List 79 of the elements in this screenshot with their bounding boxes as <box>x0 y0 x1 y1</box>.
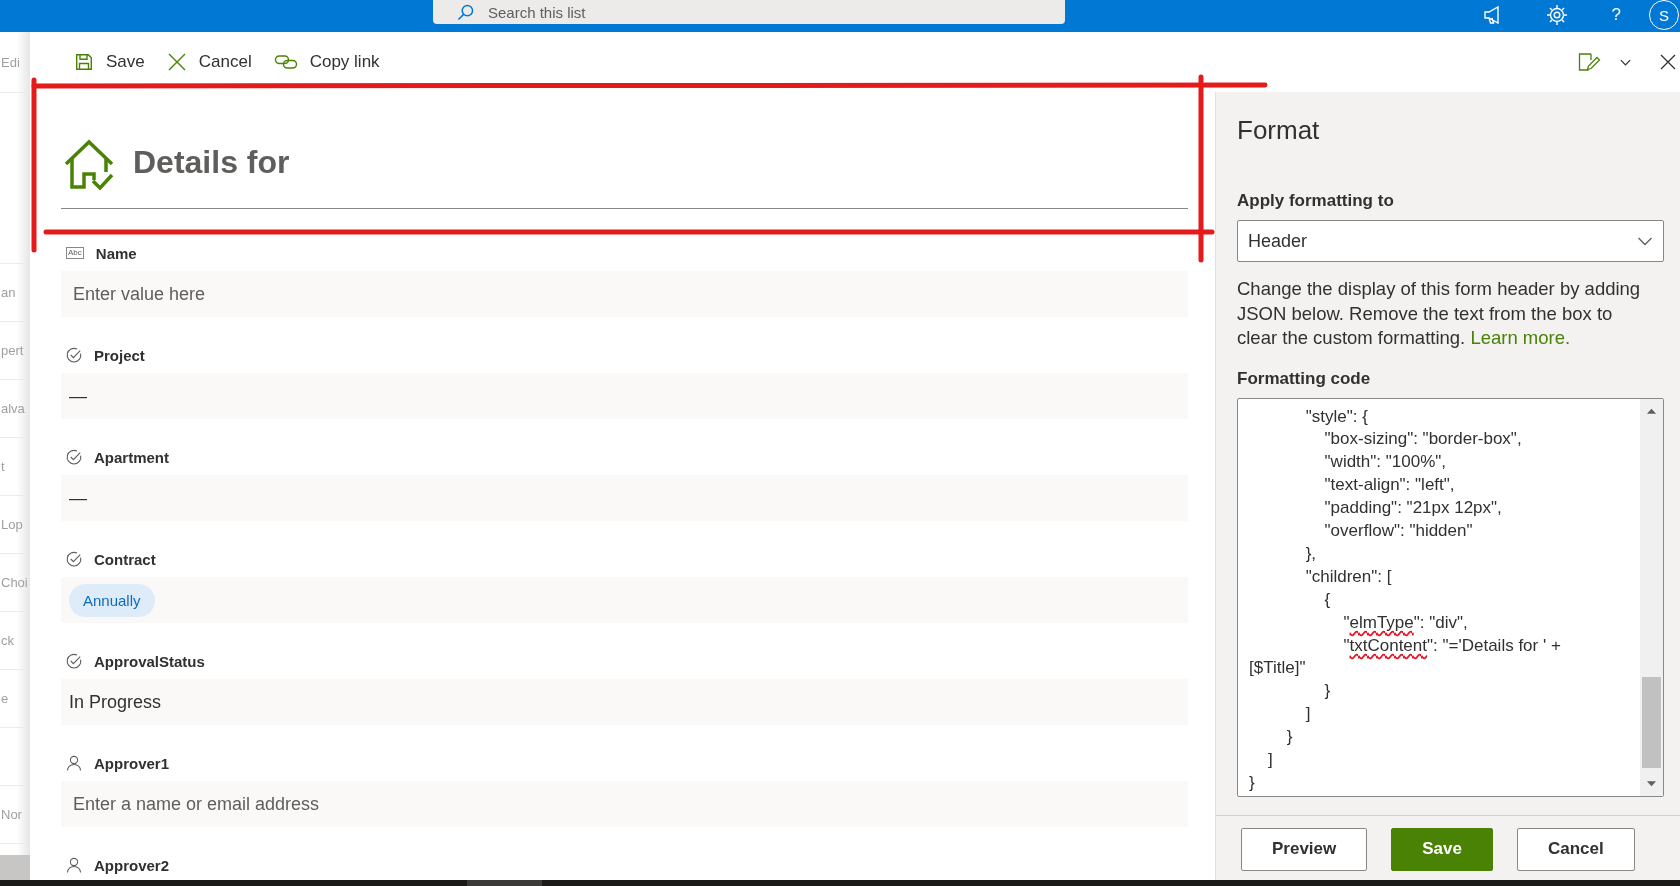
learn-more-link[interactable]: Learn more. <box>1470 327 1571 348</box>
scroll-up-icon[interactable] <box>1646 406 1657 415</box>
code-line: }, <box>1304 542 1317 565</box>
text-type-icon: Abc <box>66 247 84 259</box>
chain-link-icon <box>273 53 298 71</box>
person-icon <box>66 857 82 873</box>
list-row-text: Choi <box>0 575 28 590</box>
field-label: Contract <box>94 550 156 568</box>
code-line: } <box>1285 726 1293 749</box>
list-row-text: Nor <box>0 807 22 822</box>
code-line: "style": { <box>1304 405 1368 428</box>
field-label: Approver1 <box>94 754 170 772</box>
cancel-button[interactable]: Cancel <box>1516 827 1635 871</box>
list-row-text: pert <box>0 343 24 358</box>
check-circle-icon <box>66 653 82 669</box>
search-icon <box>457 3 474 21</box>
code-scrollbar[interactable] <box>1640 398 1663 796</box>
pane-title: Format <box>1237 115 1321 145</box>
copy-link-button[interactable]: Copy link <box>267 42 386 82</box>
list-row-text: alva <box>0 401 25 416</box>
edit-form-icon[interactable] <box>1577 50 1601 74</box>
code-line: ] <box>1304 703 1311 726</box>
apply-to-dropdown[interactable]: Header <box>1237 220 1664 262</box>
help-button[interactable]: ? <box>1611 5 1621 25</box>
field-label: Project <box>94 346 145 364</box>
field-value[interactable]: — <box>61 475 1188 521</box>
save-button[interactable]: Save <box>68 42 151 82</box>
code-line: "text-align": "left", <box>1323 474 1455 497</box>
cancel-button[interactable]: Cancel <box>160 42 258 82</box>
check-circle-icon <box>66 449 82 465</box>
scrollbar-thumb[interactable] <box>1642 676 1661 768</box>
person-icon <box>66 755 82 771</box>
field-label: Approver2 <box>94 856 170 874</box>
list-toolbar-text: Edi <box>0 54 20 70</box>
list-row-text: e <box>0 691 9 706</box>
field-value[interactable]: In Progress <box>61 679 1188 725</box>
scroll-down-icon[interactable] <box>1646 779 1657 788</box>
house-check-icon <box>62 137 116 191</box>
choice-field[interactable]: Annually <box>61 577 1188 623</box>
code-line: ] <box>1266 749 1273 772</box>
field-label: Apartment <box>94 448 169 466</box>
close-icon[interactable] <box>1660 54 1676 70</box>
code-line: "padding": "21px 12px", <box>1323 497 1502 520</box>
field-label: Name <box>95 244 137 262</box>
code-editor[interactable] <box>1237 397 1664 797</box>
list-row-text: ck <box>0 633 14 648</box>
check-circle-icon <box>66 551 82 567</box>
list-row-text: an <box>0 285 16 300</box>
search-input[interactable]: Search this list <box>488 2 1065 22</box>
input-field[interactable]: Enter value here <box>61 271 1188 317</box>
code-line: } <box>1249 772 1255 794</box>
code-line: "overflow": "hidden" <box>1323 520 1473 543</box>
code-line: "children": [ <box>1304 565 1392 588</box>
preview-button[interactable]: Preview <box>1241 827 1368 871</box>
list-row-text: t <box>0 459 5 474</box>
form-title: Details for <box>133 143 290 182</box>
settings-icon[interactable] <box>1545 4 1568 26</box>
code-line: { <box>1323 588 1331 611</box>
field-value[interactable]: — <box>61 373 1188 419</box>
code-line: "width": "100%", <box>1323 451 1447 474</box>
cross-icon <box>166 52 187 72</box>
apply-formatting-label: Apply formatting to <box>1237 190 1395 212</box>
code-line: "elmType": "div", <box>1342 611 1468 634</box>
formatting-code-label: Formatting code <box>1237 367 1372 390</box>
search-field[interactable]: Search this list <box>433 0 1065 24</box>
save-button[interactable]: Save <box>1391 827 1493 871</box>
check-circle-icon <box>66 347 82 363</box>
horizontal-scrollbar[interactable] <box>0 880 1680 886</box>
field-label: ApprovalStatus <box>94 652 205 670</box>
input-field[interactable]: Enter a name or email address <box>61 781 1188 827</box>
list-footer-bar <box>0 855 30 880</box>
code-line: [$Title]" <box>1249 657 1306 680</box>
scrollbar-thumb[interactable] <box>467 880 542 886</box>
description-text: Change the display of this form header by adding JSON below. Remove the text from the box to clear the custom formatting. Learn more. <box>1237 277 1642 350</box>
code-line: } <box>1323 680 1331 703</box>
code-line: "box-sizing": "border-box", <box>1323 428 1522 451</box>
list-row-text: Lop <box>0 517 23 532</box>
code-line: "txtContent": "='Details for ' + <box>1342 634 1561 657</box>
choice-pill: Annually <box>69 583 155 617</box>
